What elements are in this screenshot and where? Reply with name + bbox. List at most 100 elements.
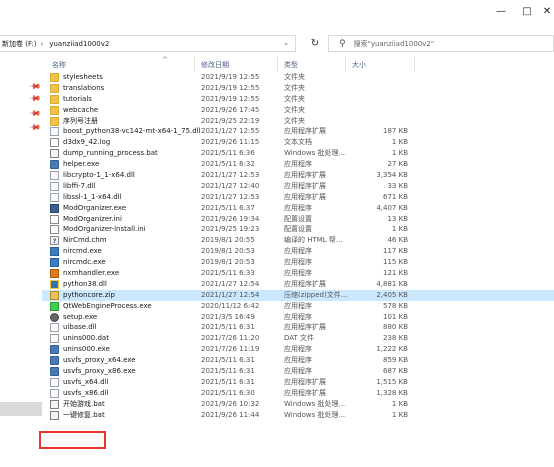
file-row[interactable]: usvfs_proxy_x86.exe 2021/5/11 6:31 应用程序 687… <box>42 366 554 377</box>
file-name: setup.exe <box>63 312 98 321</box>
column-name[interactable]: 名称 <box>52 60 66 70</box>
file-date: 2019/8/1 20:53 <box>201 247 255 256</box>
nav-item-selected[interactable] <box>0 402 42 416</box>
file-type: Windows 批处理... <box>284 399 346 408</box>
file-row[interactable]: python38.dll 2021/1/27 12:54 应用程序扩展 4,881 K… <box>42 279 554 290</box>
folder-icon <box>50 116 59 126</box>
file-name: nircmd.exe <box>63 247 102 256</box>
file-size: 27 KB <box>387 160 408 169</box>
file-type: 应用程序 <box>284 301 312 310</box>
file-name: d3dx9_42.log <box>63 138 111 147</box>
file-name: ModOrganizer.ini <box>63 214 122 223</box>
file-size: 101 KB <box>383 312 408 321</box>
file-row[interactable]: 序列号注册 2021/9/25 22:19 文件夹 <box>42 116 554 127</box>
chevron-down-icon[interactable]: ⌄ <box>283 39 289 47</box>
sort-arrow-icon: ^ <box>162 56 168 64</box>
file-type: 文件夹 <box>284 73 305 81</box>
column-date[interactable]: 修改日期 <box>201 60 229 70</box>
file-date: 2021/1/27 12:54 <box>201 279 260 288</box>
file-row[interactable]: usvfs_proxy_x64.exe 2021/5/11 6:31 应用程序 859… <box>42 355 554 366</box>
column-type[interactable]: 类型 <box>284 60 298 70</box>
file-row[interactable]: tutorials 2021/9/19 12:55 文件夹 <box>42 94 554 105</box>
file-row[interactable]: ModOrganizer.ini 2021/9/26 19:34 配置设置 13 KB <box>42 214 554 225</box>
file-row[interactable]: libcrypto-1_1-x64.dll 2021/1/27 12:53 应用程序… <box>42 170 554 181</box>
file-row[interactable]: setup.exe 2021/3/5 16:49 应用程序 101 KB <box>42 312 554 323</box>
file-name: pythoncore.zip <box>63 290 115 299</box>
file-row[interactable]: nxmhandler.exe 2021/5/11 6:33 应用程序 121 KB <box>42 268 554 279</box>
file-row[interactable]: translations 2021/9/19 12:55 文件夹 <box>42 83 554 94</box>
file-name: python38.dll <box>63 279 107 288</box>
breadcrumb-drive[interactable]: 新加卷 (F:) <box>2 39 37 49</box>
file-type: 文本文档 <box>284 138 312 147</box>
file-row[interactable]: ? NirCmd.chm 2019/8/1 20:55 编译的 HTML 帮... 46… <box>42 235 554 246</box>
file-row[interactable]: libssl-1_1-x64.dll 2021/1/27 12:53 应用程序扩展 6… <box>42 192 554 203</box>
file-date: 2021/9/25 22:19 <box>201 116 260 125</box>
file-date: 2021/9/19 12:55 <box>201 73 260 81</box>
file-name: 序列号注册 <box>63 116 98 125</box>
address-bar[interactable]: 新加卷 (F:) › yuanziiad1000v2 ⌄ <box>0 35 296 52</box>
column-size[interactable]: 大小 <box>352 60 366 70</box>
file-size: 880 KB <box>383 323 408 332</box>
uninstaller-icon <box>50 345 59 355</box>
mod-organizer-icon <box>50 203 59 213</box>
nircmd-icon <box>50 247 59 257</box>
file-name: libssl-1_1-x64.dll <box>63 192 122 201</box>
file-date: 2021/9/19 12:55 <box>201 83 260 92</box>
maximize-button[interactable]: □ <box>514 0 540 22</box>
file-date: 2021/1/27 12:53 <box>201 192 260 201</box>
pin-icon[interactable]: 📌 <box>28 121 41 134</box>
file-row[interactable]: unins000.exe 2021/7/26 11:19 应用程序 1,222 KB <box>42 344 554 355</box>
file-type: 应用程序扩展 <box>284 181 326 190</box>
folder-icon <box>50 73 59 82</box>
file-type: 配置设置 <box>284 225 312 234</box>
file-row[interactable]: d3dx9_42.log 2021/9/26 11:15 文本文档 1 KB <box>42 137 554 148</box>
file-size: 1 KB <box>391 149 408 158</box>
file-row[interactable]: stylesheets 2021/9/19 12:55 文件夹 <box>42 72 554 83</box>
breadcrumb-folder[interactable]: yuanziiad1000v2 <box>49 40 109 48</box>
file-name: libcrypto-1_1-x64.dll <box>63 171 135 180</box>
dll-icon <box>50 377 59 387</box>
file-row[interactable]: libffi-7.dll 2021/1/27 12:40 应用程序扩展 33 KB <box>42 181 554 192</box>
file-row[interactable]: ModOrganizer.exe 2021/5/11 6:37 应用程序 4,407 … <box>42 203 554 214</box>
file-row[interactable]: dump_running_process.bat 2021/5/11 6:36 Wi… <box>42 148 554 159</box>
file-row[interactable]: uibase.dll 2021/5/11 6:31 应用程序扩展 880 KB <box>42 322 554 333</box>
file-row[interactable]: nircmd.exe 2019/8/1 20:53 应用程序 117 KB <box>42 246 554 257</box>
search-placeholder: 搜索"yuanziiad1000v2" <box>353 39 435 48</box>
file-name: nircmdc.exe <box>63 258 106 267</box>
file-row[interactable]: nircmdc.exe 2019/8/1 20:53 应用程序 115 KB <box>42 257 554 268</box>
file-size: 671 KB <box>383 192 408 201</box>
file-row[interactable]: usvfs_x64.dll 2021/5/11 6:31 应用程序扩展 1,515 K… <box>42 377 554 388</box>
navigation-pane[interactable]: 📌 📌 📌 📌 <box>0 56 42 467</box>
column-divider[interactable] <box>277 56 278 72</box>
file-date: 2021/5/11 6:31 <box>201 367 255 376</box>
file-date: 2021/5/11 6:30 <box>201 388 255 397</box>
pin-icon[interactable]: 📌 <box>28 107 41 120</box>
minimize-button[interactable]: — <box>488 0 514 22</box>
dat-file-icon <box>50 334 59 344</box>
pin-icon[interactable]: 📌 <box>28 92 41 105</box>
file-row[interactable]: unins000.dat 2021/7/26 11:20 DAT 文件 238 KB <box>42 333 554 344</box>
file-row[interactable]: usvfs_x86.dll 2021/5/11 6:30 应用程序扩展 1,328 K… <box>42 388 554 399</box>
file-row[interactable]: boost_python38-vc142-mt-x64-1_75.dll 2021… <box>42 126 554 137</box>
setup-gear-icon <box>50 312 59 322</box>
column-divider[interactable] <box>414 56 415 72</box>
file-row[interactable]: ModOrganizer-install.ini 2021/9/25 19:23 配… <box>42 224 554 235</box>
column-divider[interactable] <box>194 56 195 72</box>
file-row[interactable]: 开始游戏.bat 2021/9/26 10:32 Windows 批处理... 1 K… <box>42 399 554 410</box>
file-type: Windows 批处理... <box>284 410 346 419</box>
file-type: Windows 批处理... <box>284 149 346 158</box>
file-row[interactable]: QtWebEngineProcess.exe 2020/11/12 6:42 应用程… <box>42 301 554 312</box>
file-date: 2021/9/26 11:15 <box>201 138 260 147</box>
search-input[interactable]: ⚲ 搜索"yuanziiad1000v2" <box>328 35 554 52</box>
folder-icon <box>50 83 59 93</box>
close-button[interactable]: ✕ <box>540 0 554 22</box>
file-row[interactable]: pythoncore.zip 2021/1/27 12:54 压缩(zipped)文… <box>42 289 554 301</box>
file-row[interactable]: helper.exe 2021/5/11 6:32 应用程序 27 KB <box>42 159 554 170</box>
column-divider[interactable] <box>345 56 346 72</box>
file-name: unins000.dat <box>63 334 109 343</box>
file-date: 2021/5/11 6:31 <box>201 323 255 332</box>
refresh-button[interactable]: ↻ <box>305 35 325 52</box>
file-row[interactable]: 一键修复.bat 2021/9/26 11:44 Windows 批处理... 1 K… <box>42 410 554 421</box>
file-row[interactable]: webcache 2021/9/26 17:45 文件夹 <box>42 105 554 116</box>
file-name: ModOrganizer.exe <box>63 203 127 212</box>
